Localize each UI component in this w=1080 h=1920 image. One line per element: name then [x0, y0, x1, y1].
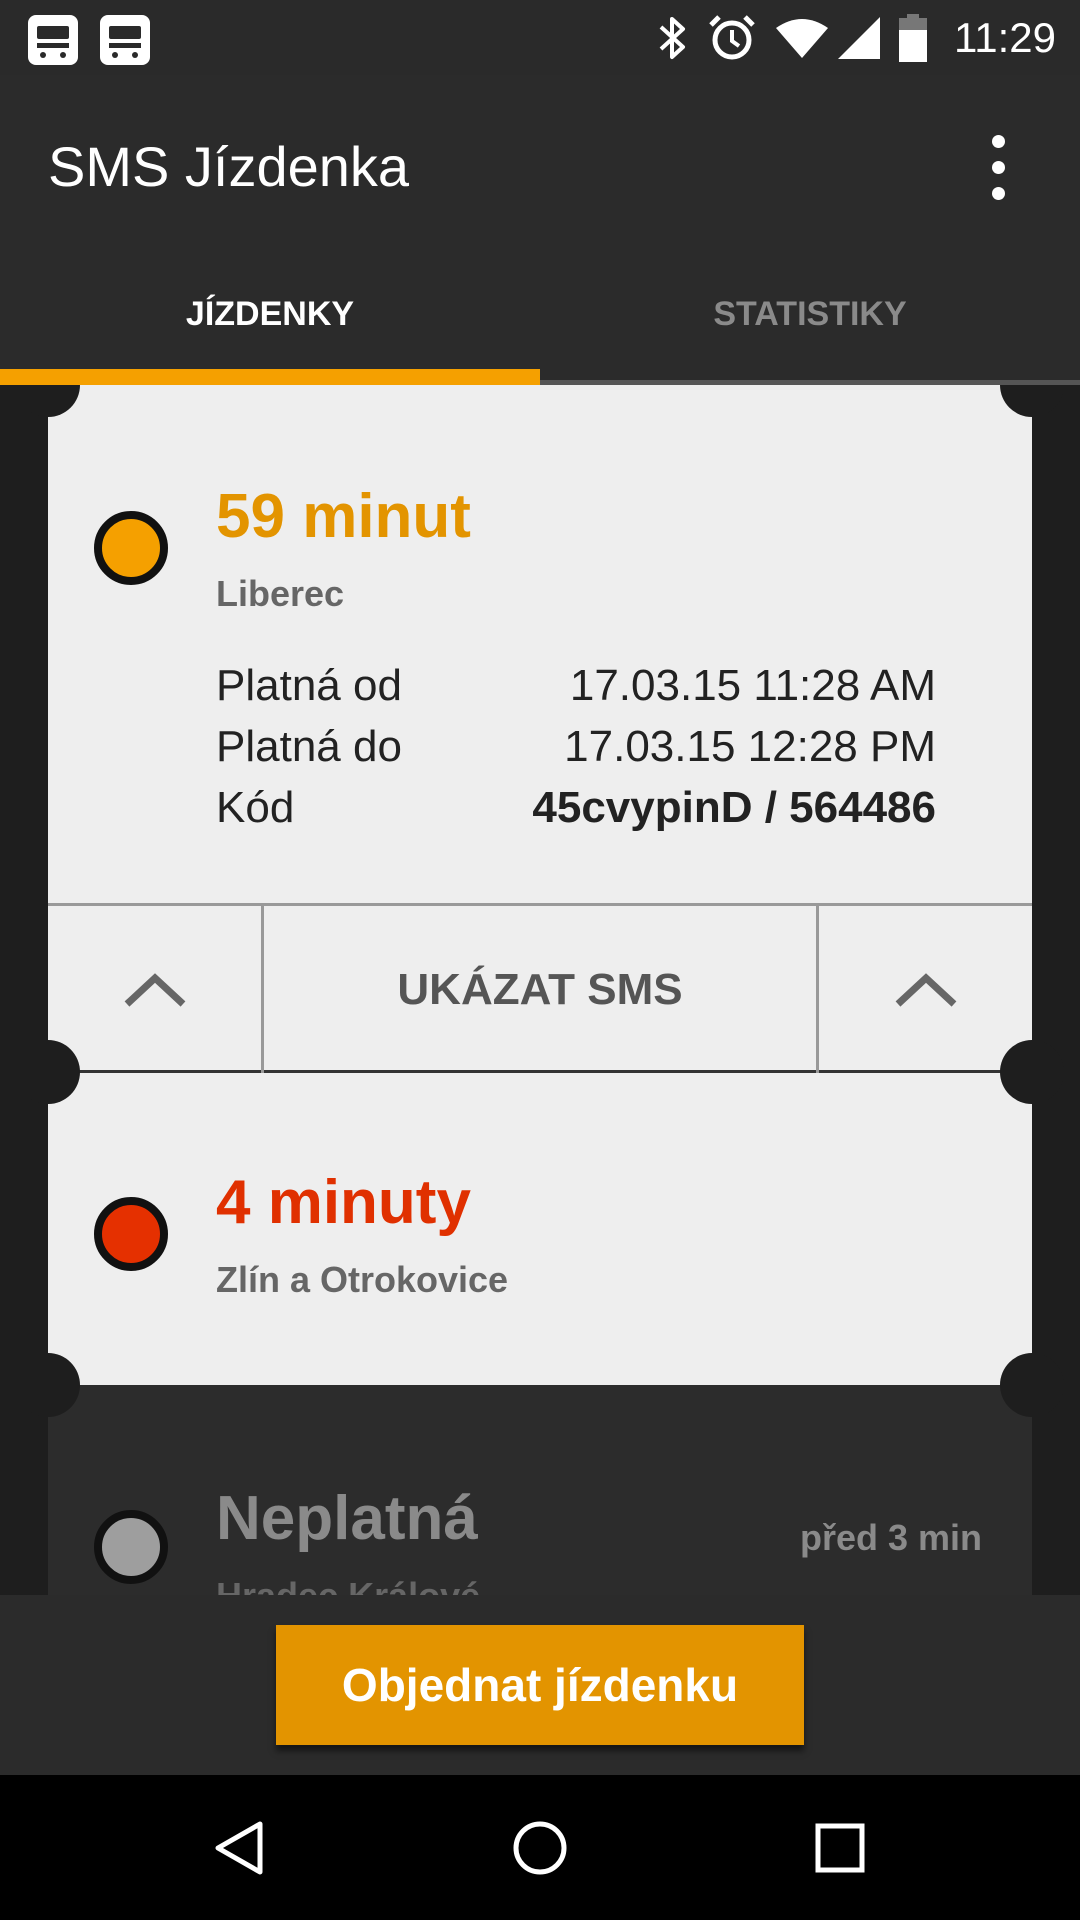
code-row: Kód 45cvypinD / 564486 [216, 778, 936, 838]
ticket-time-ago: před 3 min [799, 1517, 982, 1558]
ticket-notch [16, 1353, 80, 1417]
app-title: SMS Jízdenka [48, 135, 410, 198]
valid-to-label: Platná do [216, 722, 402, 771]
ticket-card[interactable]: Neplatná Hradec Králové před 3 min [48, 1385, 1032, 1595]
ticket-card[interactable]: 4 minuty Zlín a Otrokovice [48, 1073, 1032, 1385]
status-bar: 11:29 [0, 0, 1080, 75]
status-dot [94, 1510, 168, 1584]
alarm-icon [704, 8, 760, 68]
ticket-city: Hradec Králové [216, 1575, 480, 1595]
bus-icon [28, 15, 78, 65]
ticket-notch [16, 1040, 80, 1104]
ticket-duration: 4 minuty [216, 1168, 471, 1237]
status-dot [94, 511, 168, 585]
tab-indicator [0, 369, 540, 385]
chevron-up-icon [124, 972, 185, 1007]
collapse-right-button[interactable] [816, 906, 1032, 1073]
valid-from-row: Platná od 17.03.15 11:28 AM [216, 656, 936, 716]
ticket-notch [1000, 1040, 1064, 1104]
collapse-left-button[interactable] [48, 906, 264, 1073]
more-vert-icon[interactable] [970, 127, 1026, 207]
ticket-city: Liberec [216, 573, 345, 614]
signal-icon [834, 8, 884, 68]
ticket-list[interactable]: 59 minut Liberec Platná od 17.03.15 11:2… [0, 385, 1080, 1595]
recents-icon[interactable] [780, 1775, 900, 1920]
status-dot [94, 1197, 168, 1271]
show-sms-button[interactable]: UKÁZAT SMS [264, 906, 816, 1073]
ticket-actions: UKÁZAT SMS [48, 903, 1032, 1073]
code-label: Kód [216, 783, 295, 832]
back-icon[interactable] [180, 1775, 300, 1920]
tab-statistiky[interactable]: STATISTIKY [540, 275, 1080, 385]
valid-from-value: 17.03.15 11:28 AM [569, 661, 936, 710]
bluetooth-icon [650, 8, 694, 68]
order-ticket-button[interactable]: Objednat jízdenku [276, 1625, 804, 1745]
wifi-icon [772, 8, 832, 68]
ticket-status: Neplatná [216, 1484, 478, 1553]
valid-from-label: Platná od [216, 661, 402, 710]
valid-to-value: 17.03.15 12:28 PM [564, 722, 936, 771]
app-bar: SMS Jízdenka JÍZDENKY STATISTIKY [0, 75, 1080, 385]
navigation-bar [0, 1775, 1080, 1920]
ticket-notch [1000, 1353, 1064, 1417]
bus-icon [100, 15, 150, 65]
battery-icon [894, 8, 932, 68]
valid-to-row: Platná do 17.03.15 12:28 PM [216, 717, 936, 777]
ticket-city: Zlín a Otrokovice [216, 1259, 509, 1300]
status-time: 11:29 [954, 14, 1056, 61]
ticket-card[interactable]: 59 minut Liberec Platná od 17.03.15 11:2… [48, 385, 1032, 1073]
home-icon[interactable] [480, 1775, 600, 1920]
ticket-duration: 59 minut [216, 482, 471, 551]
chevron-up-icon [895, 972, 956, 1007]
code-value: 45cvypinD / 564486 [532, 783, 936, 832]
bottom-bar: Objednat jízdenku [0, 1595, 1080, 1775]
